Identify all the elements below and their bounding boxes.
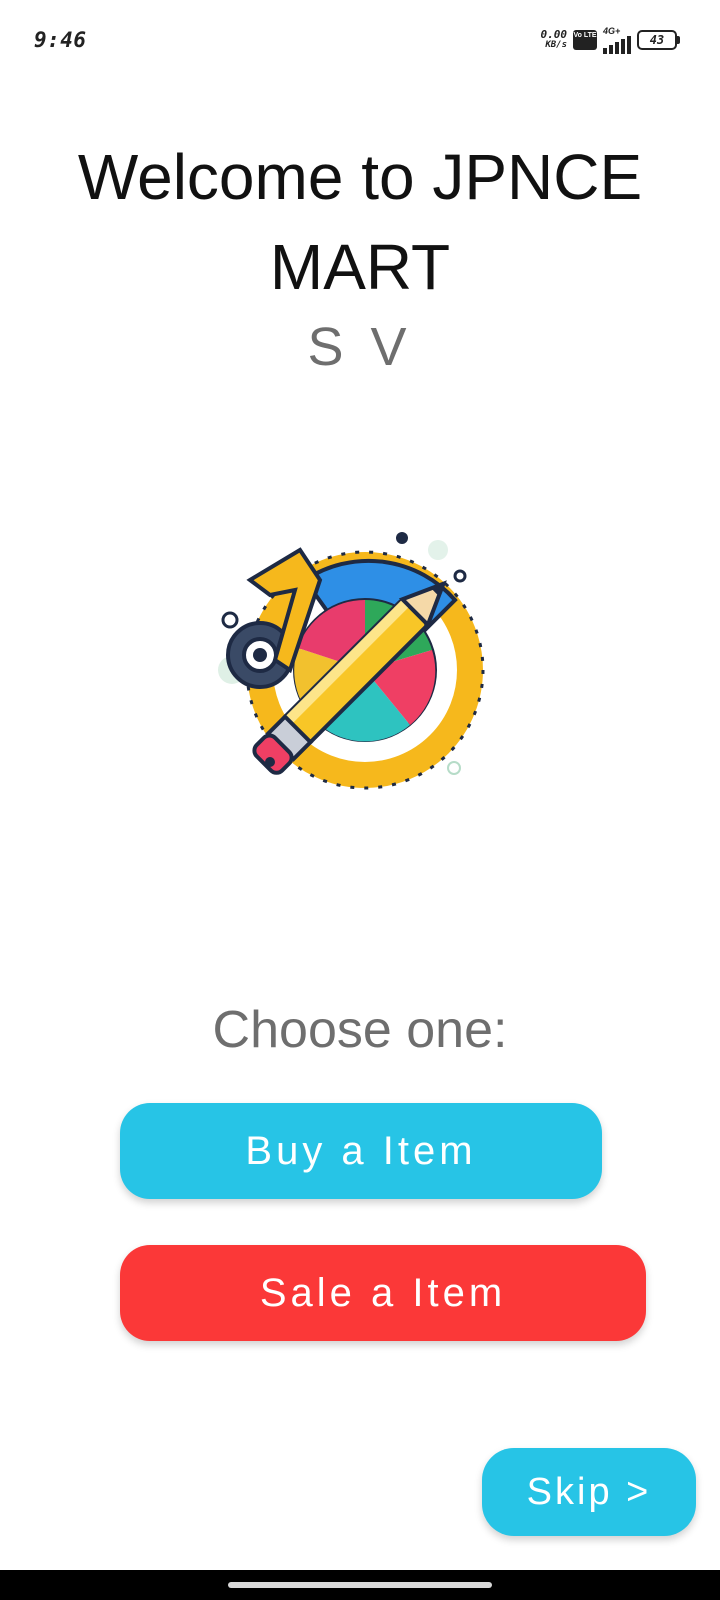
volte-icon: Vo LTE: [573, 30, 597, 50]
network-type: 4G+: [603, 26, 621, 36]
welcome-screen: 9:46 0.00 KB/s Vo LTE 4G+ 43 Welcome to …: [0, 0, 720, 1600]
status-bar: 9:46 0.00 KB/s Vo LTE 4G+ 43: [0, 0, 720, 84]
network-speed-value: 0.00: [540, 28, 568, 41]
buy-item-button[interactable]: Buy a Item: [120, 1103, 602, 1199]
network-speed-unit: KB/s: [545, 40, 567, 50]
home-gesture-handle[interactable]: [228, 1582, 492, 1588]
sell-item-button[interactable]: Sale a Item: [120, 1245, 646, 1341]
choose-prompt: Choose one:: [212, 1001, 508, 1059]
battery-icon: 43: [637, 30, 680, 50]
signal-bars-icon: [603, 36, 631, 54]
page-title: Welcome to JPNCE MART: [0, 132, 720, 312]
stationery-tools-logo-icon: [218, 532, 485, 790]
battery-level: 43: [637, 30, 677, 50]
signal-indicator: 4G+: [603, 26, 631, 54]
title-line-2: MART: [269, 231, 451, 303]
title-line-1: Welcome to JPNCE: [77, 141, 643, 213]
status-icons: 0.00 KB/s Vo LTE 4G+ 43: [541, 26, 680, 54]
network-speed: 0.00 KB/s: [541, 29, 568, 51]
user-initials: S V: [307, 317, 413, 377]
skip-button[interactable]: Skip >: [482, 1448, 696, 1536]
status-time: 9:46: [34, 28, 87, 52]
